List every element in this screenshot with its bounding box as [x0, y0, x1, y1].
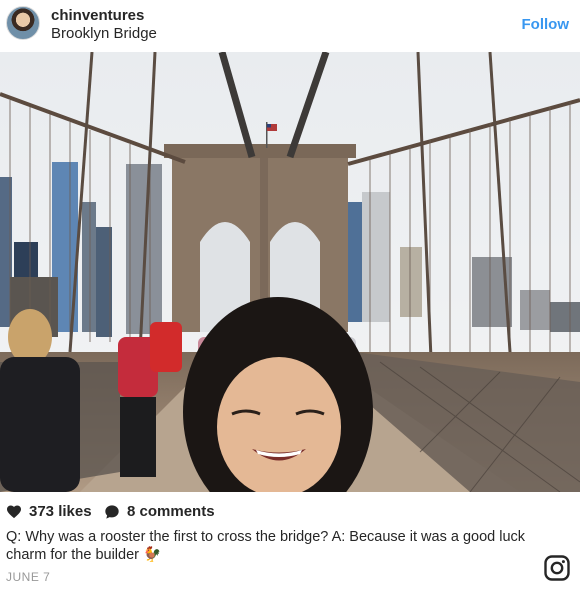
location-tag[interactable]: Brooklyn Bridge	[51, 25, 157, 42]
heart-icon[interactable]	[6, 504, 22, 519]
post-caption: Q: Why was a rooster the first to cross …	[6, 528, 526, 564]
follow-button[interactable]: Follow	[522, 16, 570, 33]
instagram-logo-icon[interactable]	[544, 555, 570, 581]
likes-label: 373 likes	[29, 503, 92, 520]
post-photo[interactable]	[0, 52, 580, 492]
avatar[interactable]	[6, 6, 40, 40]
comments-count[interactable]: 8 comments	[104, 503, 215, 520]
brooklyn-bridge-selfie-image	[0, 52, 580, 492]
likes-count[interactable]: 373 likes	[6, 503, 92, 520]
username[interactable]: chinventures	[51, 7, 144, 24]
comments-label: 8 comments	[127, 503, 215, 520]
post-date: JUNE 7	[6, 570, 51, 584]
post-header: chinventures Brooklyn Bridge Follow	[0, 0, 580, 52]
rooster-emoji: 🐓	[143, 547, 162, 563]
post-stats: 373 likes 8 comments	[6, 503, 566, 521]
comment-bubble-icon[interactable]	[104, 504, 120, 520]
caption-text: Q: Why was a rooster the first to cross …	[6, 529, 526, 563]
